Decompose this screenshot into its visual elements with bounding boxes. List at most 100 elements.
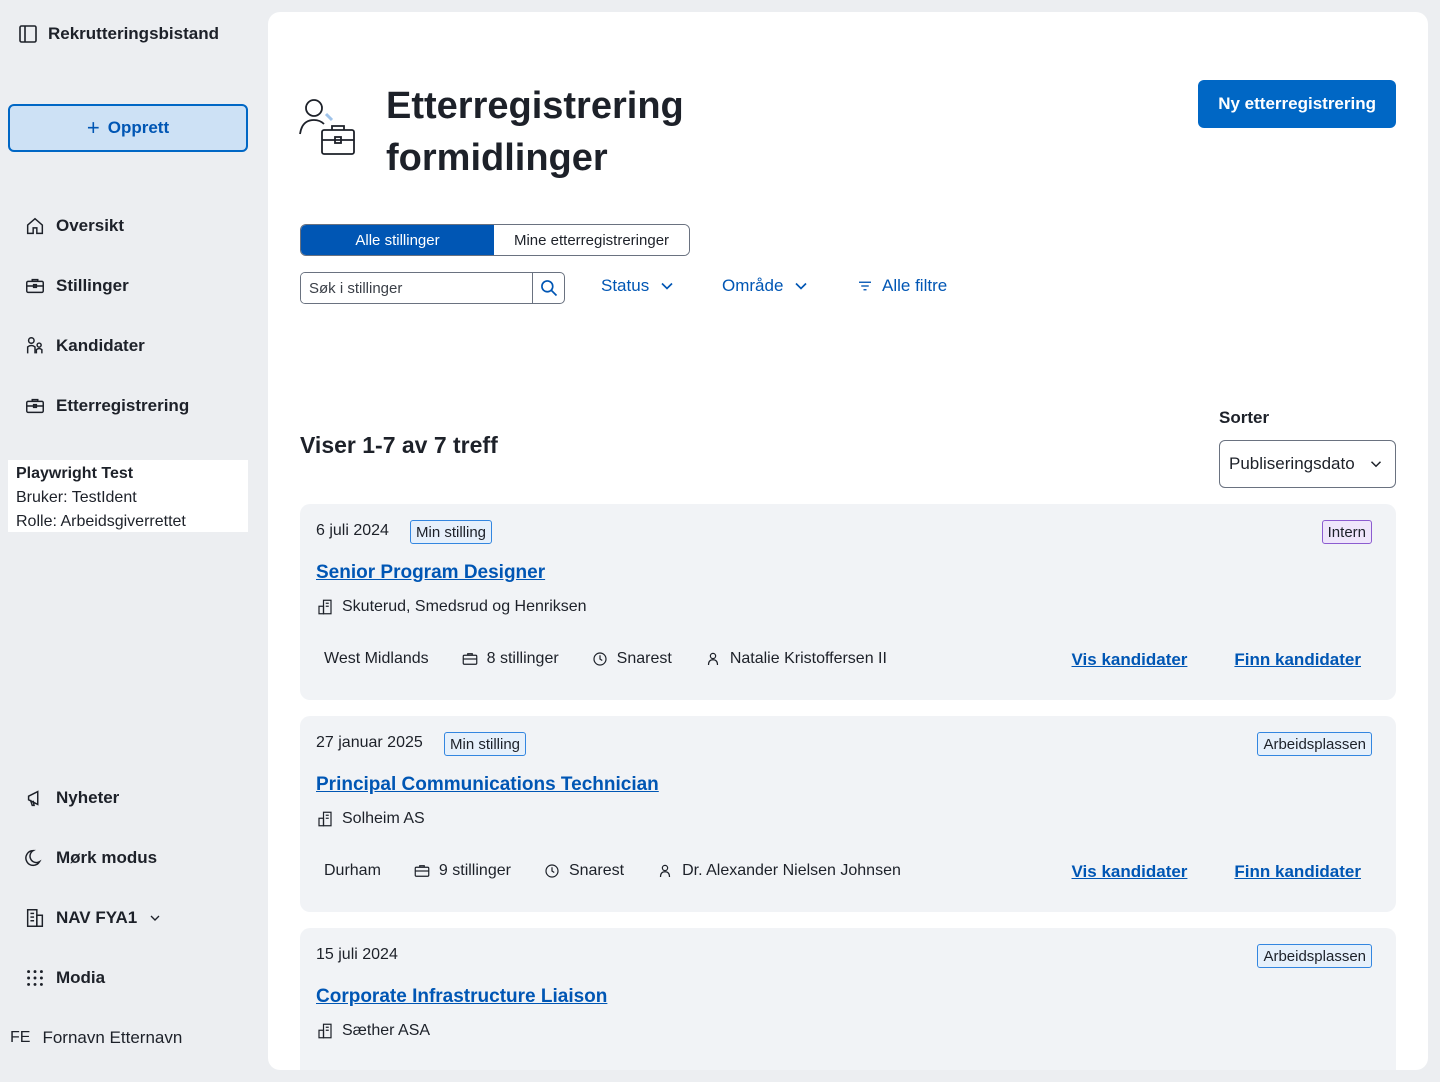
nav-item-nyheter[interactable]: Nyheter [24, 787, 119, 809]
search-icon [540, 280, 557, 297]
nav-item-label: Stillinger [56, 276, 129, 295]
deadline: Snarest [591, 650, 672, 668]
clock-icon [593, 652, 607, 666]
sort-value: Publiseringsdato [1229, 454, 1355, 473]
location: Durham [324, 862, 381, 880]
sidebar-toggle-icon[interactable] [18, 24, 38, 44]
positions-text: 8 stillinger [486, 650, 559, 667]
briefcase-icon [414, 865, 430, 877]
filter-icon [859, 281, 871, 291]
source-tag: Arbeidsplassen [1257, 732, 1372, 756]
deadline-text: Snarest [568, 862, 625, 879]
app-title: Rekrutteringsbistand [48, 24, 219, 43]
new-registration-button[interactable]: Ny etterregistrering [1198, 80, 1396, 128]
megaphone-icon [27, 790, 39, 807]
listing-title-link[interactable]: Corporate Infrastructure Liaison [316, 986, 607, 1008]
briefcase-icon [26, 278, 44, 294]
moon-icon [25, 849, 42, 866]
listing-title-link[interactable]: Principal Communications Technician [316, 774, 659, 796]
plus-icon: + [86, 115, 100, 140]
listing-date: 15 juli 2024 [316, 946, 398, 963]
deadline-text: Snarest [616, 650, 672, 667]
person-icon [707, 652, 718, 666]
toggle-all-listings[interactable]: Alle stillinger [301, 225, 494, 255]
person-briefcase-icon [299, 99, 355, 155]
employer-name: Sæther ASA [342, 1022, 431, 1039]
nav-item-oversikt[interactable]: Oversikt [24, 215, 124, 237]
briefcase-icon [462, 653, 477, 665]
persons-icon [26, 337, 43, 354]
account-name: Fornavn Etternavn [42, 1028, 183, 1047]
find-candidates-link[interactable]: Finn kandidater [1234, 650, 1361, 670]
employer-name: Skuterud, Smedsrud og Henriksen [342, 598, 587, 615]
nav-item-dark-mode[interactable]: Mørk modus [24, 847, 157, 869]
app-brand[interactable]: Rekrutteringsbistand [18, 24, 219, 44]
listing-card: 15 juli 2024 Arbeidsplassen Corporate In… [300, 928, 1396, 1070]
listing-date: 27 januar 2025 [316, 734, 423, 751]
chevron-down-icon [795, 282, 808, 290]
status-filter[interactable]: Status [601, 276, 677, 296]
toggle-my-registrations[interactable]: Mine etterregistreringer [494, 225, 689, 255]
user-name: Playwright Test [16, 465, 134, 482]
location-text: West Midlands [324, 650, 429, 667]
owner: Natalie Kristoffersen II [704, 650, 887, 668]
owner: Dr. Alexander Nielsen Johnsen [656, 862, 901, 880]
nav-item-label: Nyheter [56, 788, 120, 807]
find-candidates-link[interactable]: Finn kandidater [1234, 862, 1361, 882]
owner-text: Natalie Kristoffersen II [729, 650, 887, 667]
search-button[interactable] [532, 273, 564, 303]
listing-card: 6 juli 2024 Min stilling Intern Senior P… [300, 504, 1396, 700]
area-filter-label: Område [722, 276, 784, 295]
employer: Sæther ASA [316, 1022, 430, 1040]
nav-item-label: Mørk modus [56, 848, 158, 867]
chevron-down-icon [1370, 461, 1382, 468]
listing-meta: West Midlands 8 stillinger Snarest Natal… [324, 650, 919, 668]
nav-item-etterregistrering[interactable]: Etterregistrering [24, 395, 189, 417]
user-role: Rolle: Arbeidsgiverrettet [16, 513, 186, 530]
search-box [300, 272, 565, 304]
avatar: FE [10, 1029, 31, 1046]
listing-title-link[interactable]: Senior Program Designer [316, 562, 545, 584]
area-filter[interactable]: Område [722, 276, 811, 296]
briefcase-icon [26, 398, 44, 414]
source-tag: Intern [1321, 520, 1372, 544]
nav-item-label: Modia [56, 968, 106, 987]
all-filters-button[interactable]: Alle filtre [856, 276, 947, 296]
status-filter-label: Status [601, 276, 650, 295]
person-icon [659, 864, 671, 878]
search-input[interactable] [301, 273, 532, 303]
nav-item-label: Etterregistrering [56, 396, 190, 415]
card-links: Vis kandidater Finn kandidater [1072, 650, 1361, 670]
positions: 8 stillinger [461, 650, 559, 668]
account-menu[interactable]: FE Fornavn Etternavn [10, 1028, 182, 1048]
sort-label: Sorter [1219, 408, 1270, 427]
my-listing-tag: Min stilling [410, 520, 493, 544]
building-icon [318, 1023, 332, 1039]
house-icon [26, 217, 44, 235]
clock-icon [545, 864, 559, 878]
nav-item-label: Oversikt [56, 216, 125, 235]
show-candidates-link[interactable]: Vis kandidater [1072, 862, 1188, 882]
nav-item-modia[interactable]: Modia [24, 967, 105, 989]
user-info-box: Playwright Test Bruker: TestIdent Rolle:… [8, 460, 248, 532]
sort-select[interactable]: Publiseringsdato [1219, 440, 1396, 488]
main-panel: Etterregistrering formidlinger Ny etterr… [268, 12, 1428, 1070]
create-button-label: Opprett [107, 118, 170, 137]
create-button[interactable]: + Opprett [8, 104, 248, 152]
nav-item-office-select[interactable]: NAV FYA1 [24, 907, 163, 929]
location: West Midlands [324, 650, 429, 668]
listing-date: 6 juli 2024 [316, 522, 389, 539]
all-filters-label: Alle filtre [882, 276, 948, 295]
nav-item-stillinger[interactable]: Stillinger [24, 275, 129, 297]
nav-item-kandidater[interactable]: Kandidater [24, 335, 145, 357]
user-ident: Bruker: TestIdent [16, 489, 137, 506]
nav-item-label: Kandidater [56, 336, 145, 355]
listing-meta: Durham 9 stillinger Snarest Dr. Alexande… [324, 862, 933, 880]
deadline: Snarest [543, 862, 624, 880]
show-candidates-link[interactable]: Vis kandidater [1072, 650, 1188, 670]
owner-text: Dr. Alexander Nielsen Johnsen [682, 862, 901, 879]
page-title-line2: formidlinger [386, 137, 608, 179]
listing-scope-toggle: Alle stillinger Mine etterregistreringer [300, 224, 690, 256]
source-tag: Arbeidsplassen [1257, 944, 1372, 968]
card-links: Vis kandidater Finn kandidater [1072, 862, 1361, 882]
